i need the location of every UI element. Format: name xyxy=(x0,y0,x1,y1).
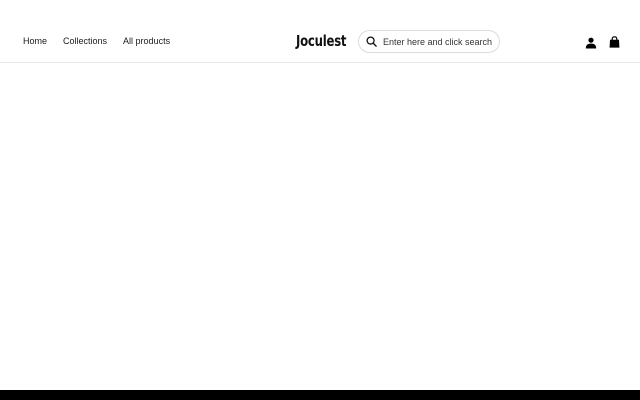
page: Home Collections All products Joculest xyxy=(0,0,640,400)
search-icon[interactable] xyxy=(365,36,377,48)
main-nav: Home Collections All products xyxy=(23,34,170,48)
shopping-bag-icon[interactable] xyxy=(609,35,620,48)
user-icon[interactable] xyxy=(585,36,597,49)
footer-bar xyxy=(0,390,640,400)
search-box[interactable] xyxy=(358,30,500,53)
site-header: Home Collections All products Joculest xyxy=(0,0,640,63)
nav-link-home[interactable]: Home xyxy=(23,34,47,48)
nav-link-all-products[interactable]: All products xyxy=(123,34,170,48)
search-input[interactable] xyxy=(383,36,495,47)
nav-link-collections[interactable]: Collections xyxy=(63,34,107,48)
site-logo[interactable]: Joculest xyxy=(296,31,347,51)
